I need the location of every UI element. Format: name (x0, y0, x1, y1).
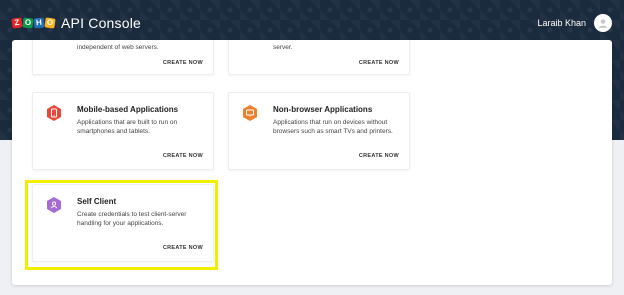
card-description: Applications that are built to run on sm… (77, 119, 178, 135)
monitor-icon (243, 105, 257, 121)
card-title: Non-browser Applications (273, 105, 373, 114)
client-card-server-based: server. CREATE NOW (228, 40, 410, 75)
user-name[interactable]: Laraib Khan (537, 18, 586, 28)
create-now-button[interactable]: CREATE NOW (359, 153, 399, 159)
user-menu[interactable]: Laraib Khan (537, 14, 612, 32)
create-now-button[interactable]: CREATE NOW (359, 60, 399, 66)
logo-letter-o: O (22, 17, 34, 29)
card-title: Mobile-based Applications (77, 105, 179, 114)
client-card-non-browser[interactable]: Non-browser Applications Applications th… (228, 92, 410, 170)
create-now-button[interactable]: CREATE NOW (163, 153, 203, 159)
card-description: independent of web servers. (77, 44, 159, 51)
zoho-logo[interactable]: Z O H O (11, 17, 56, 29)
card-description: server. (273, 44, 293, 51)
user-avatar-icon (598, 19, 608, 28)
logo-letter-o2: O (44, 17, 56, 29)
logo-letter-h: H (33, 17, 45, 29)
card-description: Applications that run on devices without… (273, 119, 393, 135)
mobile-icon (47, 105, 61, 121)
avatar[interactable] (594, 14, 612, 32)
app-title: API Console (61, 15, 142, 31)
client-card-javascript: independent of web servers. CREATE NOW (32, 40, 214, 75)
client-card-mobile[interactable]: Mobile-based Applications Applications t… (32, 92, 214, 170)
logo-letter-z: Z (11, 17, 23, 29)
create-now-button[interactable]: CREATE NOW (163, 60, 203, 66)
self-client-highlight (25, 180, 218, 270)
